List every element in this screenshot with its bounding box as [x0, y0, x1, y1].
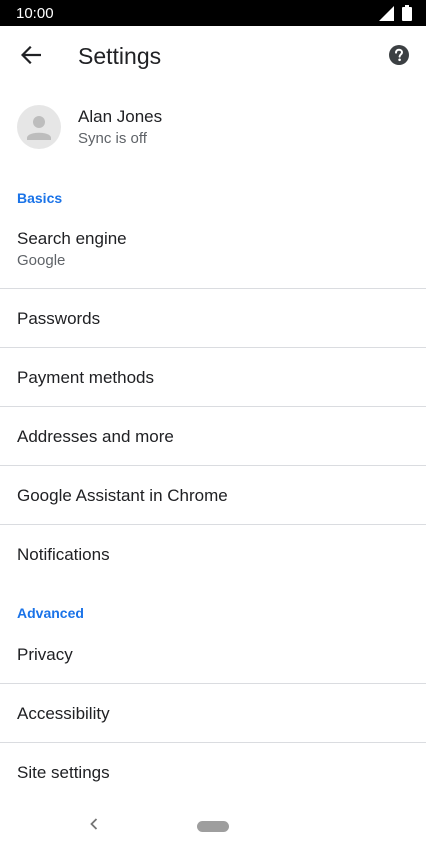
setting-google-assistant[interactable]: Google Assistant in Chrome: [0, 466, 426, 525]
signal-icon: [379, 5, 394, 21]
avatar: [17, 105, 61, 149]
arrow-left-icon: [20, 45, 42, 69]
setting-passwords[interactable]: Passwords: [0, 289, 426, 348]
person-avatar-icon: [17, 116, 61, 149]
setting-label: Privacy: [17, 645, 73, 664]
help-button[interactable]: [386, 44, 412, 70]
home-pill-icon[interactable]: [197, 821, 229, 832]
setting-value: Google: [17, 252, 66, 269]
nav-back-button[interactable]: [84, 815, 104, 837]
setting-addresses[interactable]: Addresses and more: [0, 407, 426, 466]
setting-label: Site settings: [17, 763, 110, 782]
section-header-advanced: Advanced: [17, 605, 84, 621]
setting-label: Notifications: [17, 545, 110, 564]
sync-status: Sync is off: [78, 130, 147, 147]
setting-notifications[interactable]: Notifications: [0, 525, 426, 584]
battery-icon: [402, 5, 412, 21]
chevron-left-icon: [89, 817, 99, 836]
setting-label: Payment methods: [17, 368, 155, 387]
help-circle-icon: [389, 44, 409, 70]
status-icons: [379, 5, 412, 21]
section-header-basics: Basics: [17, 190, 63, 206]
setting-label: Addresses and more: [17, 427, 174, 446]
app-bar: Settings: [0, 26, 426, 88]
account-name: Alan Jones: [78, 107, 163, 126]
account-row[interactable]: Alan Jones Sync is off: [0, 96, 426, 158]
setting-search-engine[interactable]: Search engine Google: [0, 218, 426, 289]
status-time: 10:00: [16, 4, 54, 22]
back-button[interactable]: [14, 40, 48, 74]
setting-label: Accessibility: [17, 704, 110, 723]
setting-site-settings[interactable]: Site settings: [0, 743, 426, 802]
setting-label: Search engine: [17, 229, 127, 248]
status-bar: 10:00: [0, 0, 426, 26]
setting-accessibility[interactable]: Accessibility: [0, 684, 426, 743]
page-title: Settings: [78, 43, 162, 69]
setting-label: Passwords: [17, 309, 101, 328]
setting-privacy[interactable]: Privacy: [0, 625, 426, 684]
setting-payment-methods[interactable]: Payment methods: [0, 348, 426, 407]
setting-label: Google Assistant in Chrome: [17, 486, 228, 505]
navigation-bar: [0, 801, 426, 852]
